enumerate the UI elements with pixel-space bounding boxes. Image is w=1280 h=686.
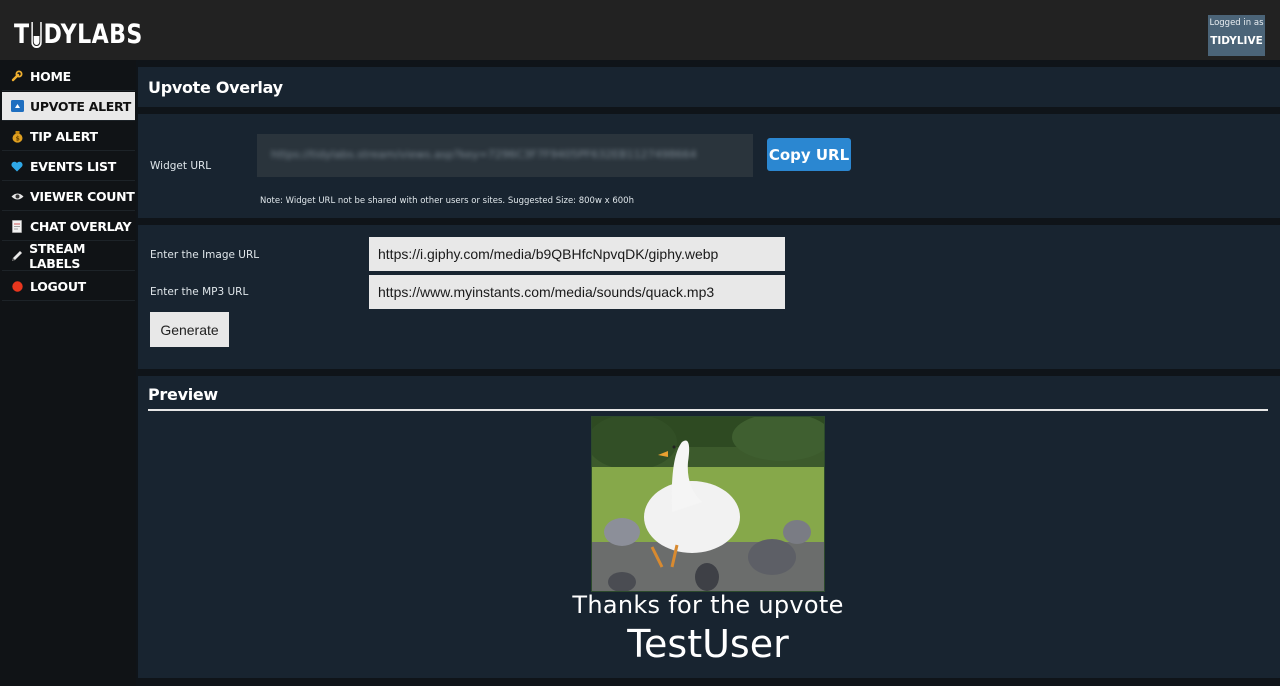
logged-in-label: Logged in as — [1209, 18, 1264, 28]
widget-url-field[interactable]: https://tidylabs.stream/views.asp?key=72… — [257, 134, 753, 177]
preview-divider — [148, 409, 1268, 411]
generate-button[interactable]: Generate — [150, 312, 229, 347]
sidebar-item-tip-alert[interactable]: $ TIP ALERT — [2, 122, 135, 151]
page-title: Upvote Overlay — [148, 78, 283, 97]
pencil-icon — [8, 250, 25, 262]
sidebar-item-stream-labels[interactable]: STREAM LABELS — [2, 241, 135, 271]
sidebar-item-label: UPVOTE ALERT — [30, 98, 131, 114]
upvote-icon — [8, 100, 26, 112]
preview-image — [591, 416, 825, 592]
preview-username: TestUser — [627, 622, 789, 666]
sidebar-item-label: STREAM LABELS — [29, 241, 86, 271]
widget-url-label: Widget URL — [150, 160, 212, 172]
test-tube-icon — [31, 22, 42, 48]
mp3-url-input[interactable]: https://www.myinstants.com/media/sounds/… — [369, 275, 785, 309]
overlay-title-panel — [138, 67, 1280, 107]
heart-icon — [8, 161, 26, 172]
sidebar-item-logout[interactable]: LOGOUT — [2, 272, 135, 301]
mp3-url-label: Enter the MP3 URL — [150, 286, 249, 298]
sidebar-item-upvote-alert[interactable]: UPVOTE ALERT — [2, 92, 135, 121]
sidebar-item-chat-overlay[interactable]: CHAT OVERLAY — [2, 212, 135, 241]
widget-url-note: Note: Widget URL not be shared with othe… — [260, 196, 634, 206]
logo-text-start: T — [14, 18, 30, 50]
logo-text-end: DYLABS — [43, 18, 143, 50]
svg-text:$: $ — [15, 135, 19, 142]
sidebar-item-label: VIEWER COUNT — [30, 188, 135, 204]
sidebar-item-label: HOME — [30, 68, 71, 84]
image-url-input[interactable]: https://i.giphy.com/media/b9QBHfcNpvqDK/… — [369, 237, 785, 271]
username: TIDYLIVE — [1210, 35, 1263, 47]
widget-url-value: https://tidylabs.stream/views.asp?key=72… — [271, 148, 697, 161]
image-url-label: Enter the Image URL — [150, 249, 260, 261]
preview-title: Preview — [148, 385, 218, 404]
eye-icon — [8, 192, 26, 201]
tidylabs-logo[interactable]: T DYLABS — [14, 17, 143, 51]
sidebar-item-viewer-count[interactable]: VIEWER COUNT — [2, 182, 135, 211]
sidebar-item-home[interactable]: HOME — [2, 62, 135, 91]
sidebar-item-label: CHAT OVERLAY — [30, 218, 132, 234]
sidebar-item-label: TIP ALERT — [30, 128, 98, 144]
preview-thanks-text: Thanks for the upvote — [572, 591, 844, 619]
sidebar-item-events-list[interactable]: EVENTS LIST — [2, 152, 135, 181]
sidebar-item-label: EVENTS LIST — [30, 158, 116, 174]
copy-url-button[interactable]: Copy URL — [767, 138, 851, 171]
user-badge[interactable]: Logged in as TIDYLIVE — [1208, 15, 1265, 56]
sidebar-item-label: LOGOUT — [30, 278, 86, 294]
red-circle-icon — [8, 280, 26, 292]
document-icon — [8, 219, 26, 233]
money-bag-icon: $ — [8, 130, 26, 143]
top-bar: T DYLABS Logged in as TIDYLIVE — [0, 0, 1280, 60]
wrench-icon — [8, 70, 26, 82]
